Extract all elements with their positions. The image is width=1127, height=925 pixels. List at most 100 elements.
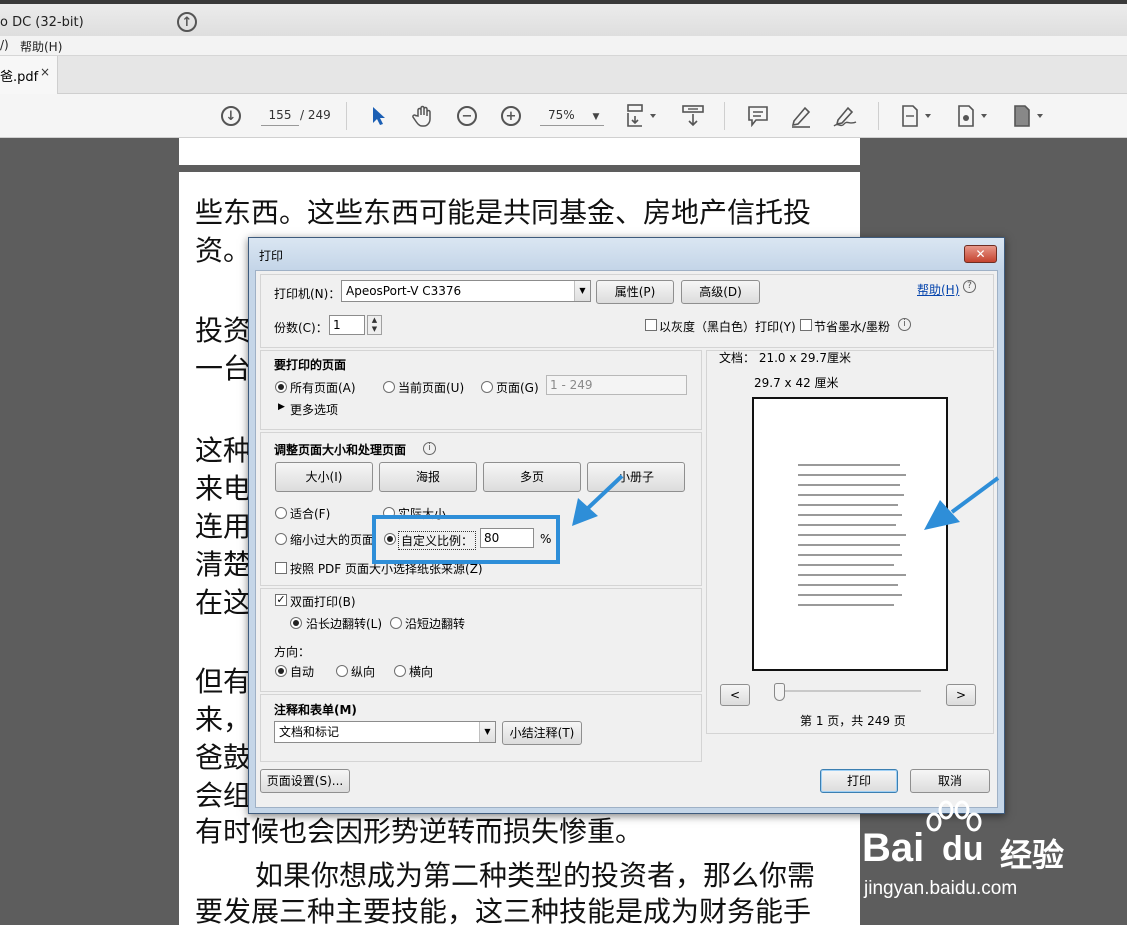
preview-text-line [798,554,902,556]
advanced-button[interactable]: 高级(D) [681,280,760,304]
save-ink-label: 节省墨水/墨粉 [814,320,891,334]
close-icon[interactable]: ✕ [964,245,997,263]
long-edge-radio[interactable] [290,617,302,629]
preview-prev-button[interactable]: < [720,684,750,706]
comment-button[interactable] [746,102,770,130]
preview-text-line [798,574,906,576]
more-options-link[interactable]: 更多选项 [290,401,338,418]
grayscale-label: 以灰度（黑白色）打印(Y) [659,320,796,334]
sizing-section-title: 调整页面大小和处理页面 [274,443,407,457]
preview-text-line [798,474,906,476]
hand-icon [412,105,431,127]
zoom-in-button[interactable]: + [500,102,522,130]
highlight-box [372,515,560,564]
comments-section-title: 注释和表单(M) [274,703,357,717]
expand-triangle-icon[interactable]: ▶ [278,402,285,412]
print-button[interactable]: 打印 [820,769,898,793]
page-edit-button[interactable] [954,102,990,130]
short-edge-radio[interactable] [390,617,402,629]
fit-page-button[interactable] [624,102,660,130]
select-tool-button[interactable] [368,102,390,130]
highlight-button[interactable] [788,102,814,130]
orientation-label: 方向： [274,645,311,659]
sign-button[interactable] [832,102,858,130]
current-page-radio[interactable] [383,381,395,393]
info-icon[interactable]: i [898,318,911,331]
zoom-select[interactable]: 75% ▼ [540,104,604,126]
fit-page-icon [627,104,656,127]
scroll-mode-button[interactable] [680,102,706,130]
prev-page-button[interactable]: ↑ [176,8,198,36]
toolbar-divider [724,102,725,130]
document-line: 如果你想成为第二种类型的投资者，那么你需 [255,859,816,892]
duplex-checkbox[interactable]: ✓ [275,594,287,606]
preview-text-line [798,464,900,466]
pdf-paper-source-checkbox[interactable] [275,562,287,574]
paper-size-label: 29.7 x 42 厘米 [754,376,839,390]
tab-close-icon[interactable]: × [40,65,50,79]
preview-text-line [798,564,894,566]
help-icon[interactable]: ? [963,280,976,293]
chevron-down-icon: ▼ [574,281,590,301]
pages-radio[interactable] [481,381,493,393]
info-icon[interactable]: i [423,442,436,455]
preview-text-line [798,544,900,546]
portrait-radio[interactable] [336,665,348,677]
document-line: 爸鼓 [195,741,252,774]
shrink-label: 缩小过大的页面 [290,533,375,547]
toolbar-divider [878,102,879,130]
landscape-label: 横向 [409,665,434,679]
summarize-comments-button[interactable]: 小结注释(T) [502,721,582,745]
tab-strip: 爸.pdf × [0,56,1127,94]
document-line: 资。 [195,234,252,267]
document-line: 些东西。这些东西可能是共同基金、房地产信托投 [195,196,812,229]
copies-label: 份数(C)： [274,321,328,335]
dialog-titlebar: 打印 ✕ [249,238,1004,270]
preview-slider-thumb[interactable] [774,683,785,701]
menu-item-view[interactable]: /) [0,38,9,52]
watermark-url: jingyan.baidu.com [864,878,1018,899]
page-edit-icon [958,105,987,127]
help-link[interactable]: 帮助(H) [917,281,959,298]
next-page-button[interactable]: ↓ [220,102,242,130]
duplex-label: 双面打印(B) [290,595,356,609]
all-pages-radio[interactable] [275,381,287,393]
page-export-button[interactable] [1010,102,1046,130]
document-line: 连用 [195,510,252,543]
baidu-jingyan-watermark: Bai du 经验 jingyan.baidu.com [862,800,1072,900]
page-number-input[interactable]: 155 [261,104,299,126]
fit-radio[interactable] [275,507,287,519]
current-page-label: 当前页面(U) [398,381,465,395]
zoom-in-icon: + [501,106,521,126]
scroll-mode-icon [682,105,704,127]
save-ink-checkbox[interactable] [800,319,812,331]
shrink-radio[interactable] [275,533,287,545]
preview-next-button[interactable]: > [946,684,976,706]
printer-select[interactable]: ApeosPort-V C3376 ▼ [341,280,591,302]
pages-range-input[interactable]: 1 - 249 [546,375,687,395]
document-tab[interactable]: 爸.pdf × [0,56,58,94]
chevron-down-icon: ▼ [592,112,600,122]
watermark-cn: 经验 [1000,836,1065,874]
size-button[interactable]: 大小(I) [275,462,373,492]
landscape-radio[interactable] [394,665,406,677]
zoom-out-button[interactable]: − [456,102,478,130]
page-setup-button[interactable]: 页面设置(S)... [260,769,350,793]
preview-text-line [798,534,906,536]
poster-button[interactable]: 海报 [379,462,477,492]
cancel-button[interactable]: 取消 [910,769,990,793]
portrait-label: 纵向 [351,665,376,679]
copies-input[interactable]: 1 [329,315,365,335]
document-line: 来电 [195,472,252,505]
properties-button[interactable]: 属性(P) [596,280,674,304]
comments-select[interactable]: 文档和标记 ▼ [274,721,496,743]
grayscale-checkbox[interactable] [645,319,657,331]
document-size-label: 文档： 21.0 x 29.7厘米 [719,351,851,365]
hand-tool-button[interactable] [410,102,436,130]
zoom-value: 75% [548,108,575,122]
auto-orientation-radio[interactable] [275,665,287,677]
menu-item-help[interactable]: 帮助(H) [20,38,62,55]
page-total: / 249 [300,108,331,122]
copies-stepper[interactable]: ▲ ▼ [367,315,382,335]
page-tool-button[interactable] [898,102,934,130]
